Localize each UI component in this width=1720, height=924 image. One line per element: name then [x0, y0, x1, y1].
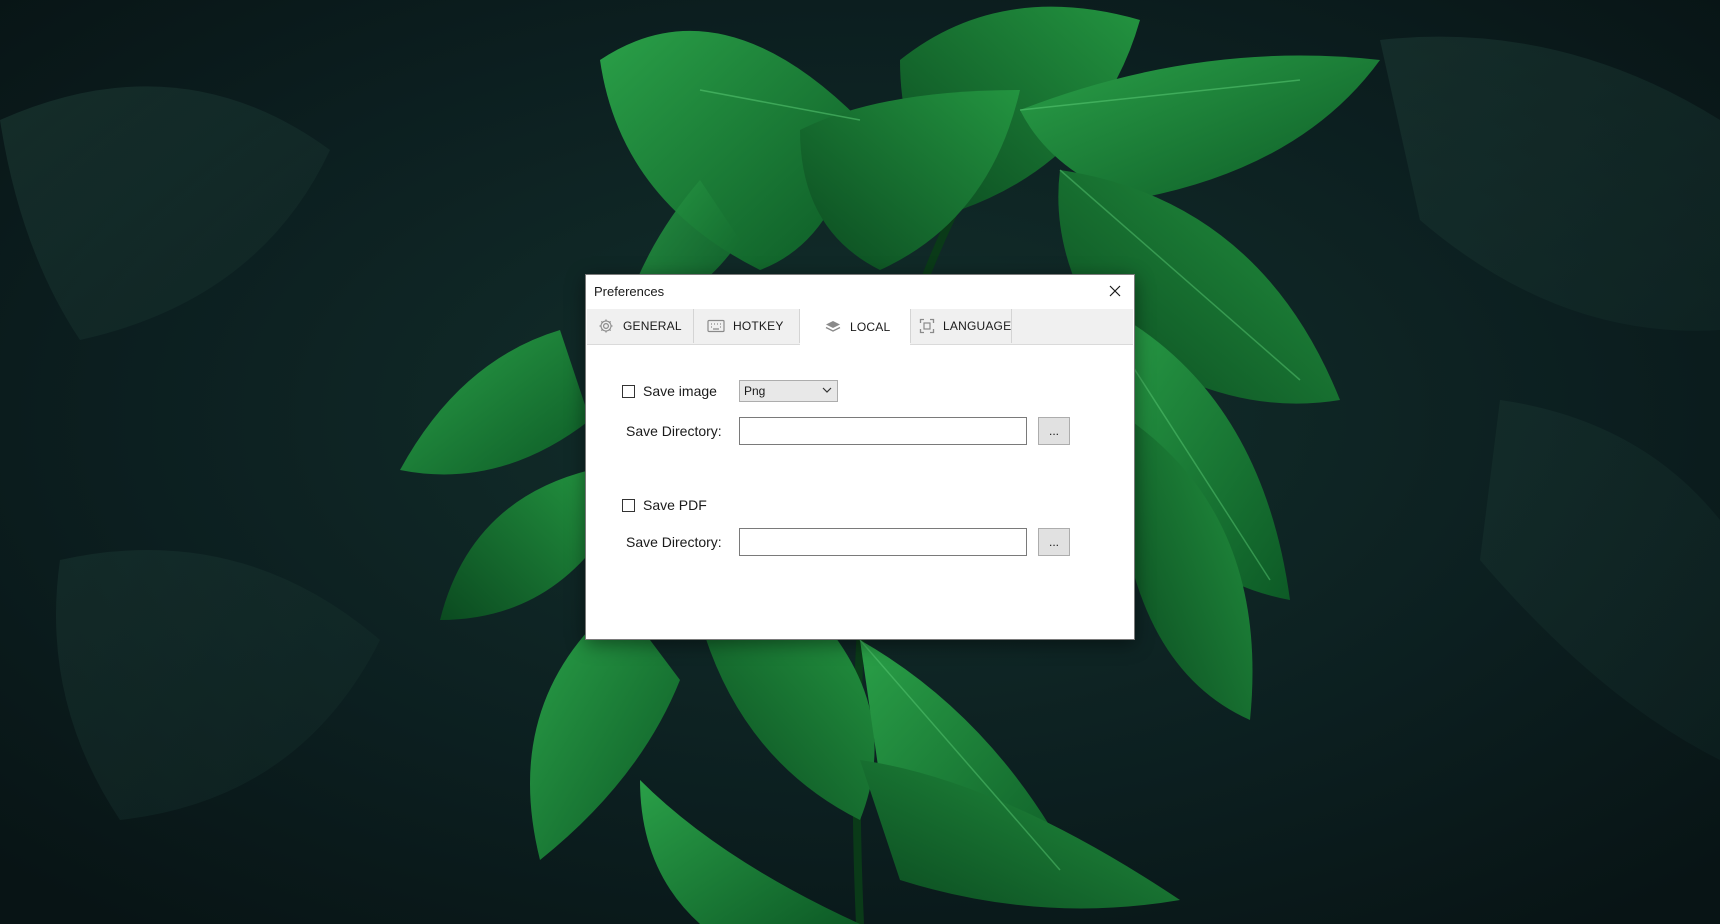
save-pdf-row: Save PDF — [622, 497, 707, 513]
window-title: Preferences — [594, 284, 665, 299]
preferences-dialog: Preferences GENERAL HOTKEY LOCAL LANGUAG… — [585, 274, 1135, 640]
close-button[interactable] — [1096, 275, 1134, 307]
image-format-select[interactable]: Png — [739, 380, 838, 402]
tab-general-label: GENERAL — [623, 319, 682, 333]
tab-hotkey[interactable]: HOTKEY — [694, 309, 800, 343]
image-format-value: Png — [744, 384, 766, 398]
save-image-checkbox[interactable] — [622, 384, 635, 398]
keyboard-icon — [707, 317, 725, 335]
save-pdf-checkbox[interactable] — [622, 498, 635, 512]
local-settings-panel: Save image Png Save Directory: ... Save … — [587, 345, 1133, 637]
chevron-down-icon — [822, 387, 832, 393]
pdf-directory-browse-button[interactable]: ... — [1038, 528, 1070, 556]
pdf-directory-label: Save Directory: — [626, 534, 722, 550]
scan-icon — [919, 317, 935, 335]
save-image-label[interactable]: Save image — [643, 383, 717, 399]
save-pdf-label[interactable]: Save PDF — [643, 497, 707, 513]
image-directory-input[interactable] — [739, 417, 1027, 445]
tab-local-label: LOCAL — [850, 320, 891, 334]
tab-language-label: LANGUAGE — [943, 319, 1012, 333]
layers-icon — [824, 318, 842, 336]
gear-icon — [597, 317, 615, 335]
image-directory-label: Save Directory: — [626, 423, 722, 439]
pdf-directory-row: Save Directory: — [626, 532, 722, 552]
tab-local[interactable]: LOCAL — [800, 309, 910, 345]
title-bar[interactable]: Preferences — [586, 275, 1134, 309]
image-directory-browse-button[interactable]: ... — [1038, 417, 1070, 445]
tab-hotkey-label: HOTKEY — [733, 319, 784, 333]
pdf-directory-input[interactable] — [739, 528, 1027, 556]
tab-language[interactable]: LANGUAGE — [910, 309, 1012, 343]
save-image-row: Save image — [622, 383, 717, 399]
tab-strip: GENERAL HOTKEY LOCAL LANGUAGE — [587, 309, 1133, 345]
image-directory-row: Save Directory: — [626, 421, 722, 441]
desktop: Preferences GENERAL HOTKEY LOCAL LANGUAG… — [0, 0, 1720, 924]
close-icon — [1109, 285, 1121, 297]
tab-general[interactable]: GENERAL — [587, 309, 694, 343]
